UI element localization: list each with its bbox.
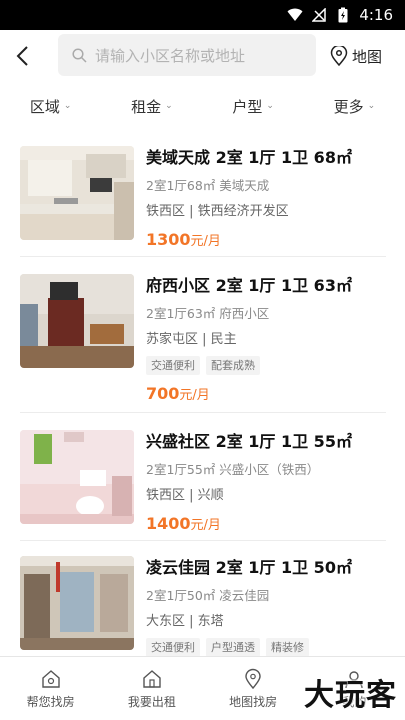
- listing-tag: 户型通透: [206, 638, 260, 657]
- nav-find-home[interactable]: 帮您找房: [0, 657, 101, 720]
- house-icon: [143, 669, 161, 688]
- filter-rent[interactable]: 租金 ⌄: [101, 88, 202, 124]
- divider: [20, 540, 386, 541]
- chevron-down-icon: ⌄: [367, 101, 376, 111]
- listing-tag: 精装修: [266, 638, 309, 657]
- listing-tag: 交通便利: [146, 356, 200, 375]
- listing-info: 府西小区 2室 1厅 1卫 63㎡ 2室1厅63㎡ 府西小区 苏家屯区 | 民主…: [146, 274, 386, 406]
- filter-label: 更多: [333, 97, 364, 116]
- listing-subtitle: 2室1厅50㎡ 凌云佳园: [146, 588, 270, 603]
- listing-price: 700元/月: [146, 382, 386, 406]
- listing-photo-bathroom: [20, 430, 134, 524]
- listing-price: 1400元/月: [146, 512, 386, 536]
- listing-tags: 交通便利 配套成熟: [146, 356, 386, 376]
- status-bar: 4:16: [0, 0, 405, 30]
- divider: [20, 412, 386, 413]
- listing-info: 美域天成 2室 1厅 1卫 68㎡ 2室1厅68㎡ 美域天成 铁西区 | 铁西经…: [146, 146, 386, 252]
- map-label: 地图: [352, 47, 383, 66]
- map-button[interactable]: 地图: [330, 40, 382, 72]
- chevron-down-icon: ⌄: [266, 101, 274, 111]
- nav-label: 帮您找房: [26, 694, 75, 709]
- listing-area: 苏家屯区 | 民主: [146, 332, 237, 347]
- location-pin-icon: [330, 46, 348, 66]
- listing-photo-hallway: [20, 556, 134, 650]
- back-button[interactable]: [0, 30, 44, 82]
- filter-bar: 区域 ⌄ 租金 ⌄ 户型 ⌄ 更多 ⌄: [0, 88, 405, 124]
- listing-subtitle: 2室1厅63㎡ 府西小区: [146, 306, 270, 321]
- status-time: 4:16: [359, 6, 393, 24]
- search-header: 请输入小区名称或地址 地图: [0, 30, 405, 82]
- search-placeholder: 请输入小区名称或地址: [95, 46, 246, 65]
- price-unit: 元/月: [190, 234, 221, 249]
- nav-label: 地图找房: [229, 694, 278, 709]
- chevron-down-icon: ⌄: [63, 101, 72, 111]
- price-unit: 元/月: [179, 388, 210, 403]
- listing-title: 凌云佳园 2室 1厅 1卫 50㎡: [146, 558, 352, 577]
- wifi-icon: [287, 7, 303, 23]
- listing-subtitle: 2室1厅55㎡ 兴盛小区（铁西）: [146, 462, 320, 477]
- listing-title: 美域天成 2室 1厅 1卫 68㎡: [146, 148, 352, 167]
- divider: [20, 256, 386, 257]
- map-pin-icon: [245, 668, 261, 689]
- listing-info: 兴盛社区 2室 1厅 1卫 55㎡ 2室1厅55㎡ 兴盛小区（铁西） 铁西区 |…: [146, 430, 386, 536]
- filter-layout[interactable]: 户型 ⌄: [203, 88, 304, 124]
- listing-photo-room: [20, 274, 134, 368]
- watermark-logo: 大玩客: [304, 678, 397, 713]
- listing-title: 兴盛社区 2室 1厅 1卫 55㎡: [146, 432, 352, 451]
- battery-icon: [335, 7, 351, 23]
- chevron-left-icon: [16, 46, 28, 66]
- filter-label: 租金: [131, 97, 162, 116]
- chevron-down-icon: ⌄: [165, 101, 173, 111]
- listing-info: 凌云佳园 2室 1厅 1卫 50㎡ 2室1厅50㎡ 凌云佳园 大东区 | 东塔 …: [146, 556, 386, 658]
- filter-region[interactable]: 区域 ⌄: [0, 88, 101, 124]
- listing-area: 铁西区 | 铁西经济开发区: [146, 204, 289, 219]
- listing-subtitle: 2室1厅68㎡ 美域天成: [146, 178, 270, 193]
- no-signal-icon: [311, 7, 327, 23]
- listing-title: 府西小区 2室 1厅 1卫 63㎡: [146, 276, 352, 295]
- price-value: 1400: [146, 514, 191, 533]
- price-unit: 元/月: [190, 518, 221, 533]
- price-value: 1300: [146, 230, 191, 249]
- listing-area: 大东区 | 东塔: [146, 614, 224, 629]
- nav-map-search[interactable]: 地图找房: [203, 657, 304, 720]
- listing-area: 铁西区 | 兴顺: [146, 488, 224, 503]
- listing-tags: 交通便利 户型通透 精装修: [146, 638, 386, 658]
- filter-label: 区域: [29, 97, 60, 116]
- price-value: 700: [146, 384, 180, 403]
- listing-price: 1300元/月: [146, 228, 386, 252]
- search-icon: [72, 47, 87, 63]
- listing-tag: 配套成熟: [206, 356, 260, 375]
- filter-label: 户型: [232, 97, 263, 116]
- listing-photo-kitchen: [20, 146, 134, 240]
- search-input[interactable]: 请输入小区名称或地址: [58, 34, 316, 76]
- nav-label: 我要出租: [127, 694, 176, 709]
- nav-rent-out[interactable]: 我要出租: [101, 657, 202, 720]
- listing-tag: 交通便利: [146, 638, 200, 657]
- filter-more[interactable]: 更多 ⌄: [304, 88, 405, 124]
- house-search-icon: [41, 669, 60, 688]
